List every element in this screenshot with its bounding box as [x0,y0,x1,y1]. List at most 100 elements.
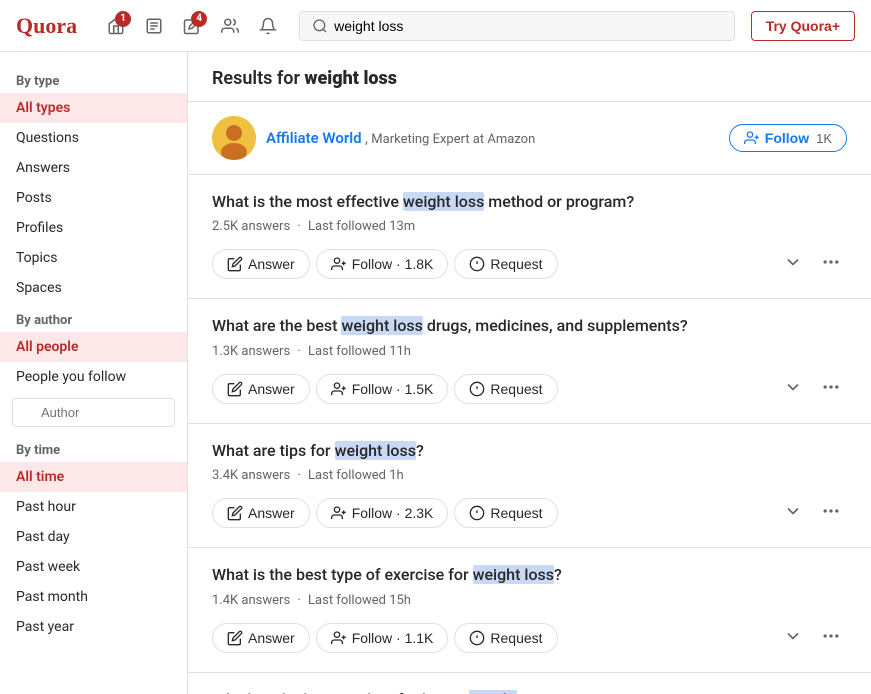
home-badge: 1 [115,11,131,27]
question-actions-2: Answer Follow · 1.5K Request [212,371,847,407]
sidebar-item-posts[interactable]: Posts [0,183,187,213]
question-actions-1: Answer Follow · 1.8K Request [212,246,847,282]
search-input[interactable] [334,18,722,34]
answer-count-1: 2.5K answers [212,219,290,234]
more-icon-2[interactable] [815,371,847,407]
try-quora-button[interactable]: Try Quora+ [751,11,855,41]
question-actions-4: Answer Follow · 1.1K Request [212,620,847,656]
answer-button-4[interactable]: Answer [212,623,310,653]
by-time-label: By time [0,433,187,462]
logo[interactable]: Quora [16,13,77,39]
by-author-label: By author [0,303,187,332]
answer-count-4: 1.4K answers [212,593,290,608]
question-meta-2: 1.3K answers · Last followed 11h [212,344,847,359]
request-button-2[interactable]: Request [454,374,557,404]
follow-button-2[interactable]: Follow · 1.5K [316,374,449,404]
question-card-3: What are tips for weight loss? 3.4K answ… [188,424,871,548]
author-info: Affiliate World , Marketing Expert at Am… [266,129,535,147]
last-followed-2: Last followed 11h [308,344,411,359]
more-icon-1[interactable] [815,246,847,282]
question-card-5: Which is the best product for losing wei… [188,673,871,694]
downvote-icon-3[interactable] [777,495,809,531]
request-button-3[interactable]: Request [454,498,557,528]
question-card-2: What are the best weight loss drugs, med… [188,299,871,423]
last-followed-4: Last followed 15h [308,593,411,608]
edit-badge: 4 [191,11,207,27]
answer-button-2[interactable]: Answer [212,374,310,404]
highlight: weight [469,690,517,694]
sidebar-item-all-time[interactable]: All time [0,462,187,492]
search-term: weight loss [304,68,397,89]
author-left: Affiliate World , Marketing Expert at Am… [212,116,535,160]
author-name[interactable]: Affiliate World [266,129,362,147]
answer-button-3[interactable]: Answer [212,498,310,528]
highlight: weight loss [335,441,416,460]
more-icon-4[interactable] [815,620,847,656]
request-button-4[interactable]: Request [454,623,557,653]
author-desc: Marketing Expert at Amazon [371,132,535,147]
author-input-container [12,398,175,427]
follow-label: Follow [765,130,809,146]
sidebar-item-people-you-follow[interactable]: People you follow [0,362,187,392]
question-title-4[interactable]: What is the best type of exercise for we… [212,564,847,586]
main-content: Results for weight loss Affiliate World … [188,52,871,694]
more-icon-3[interactable] [815,495,847,531]
sidebar-item-past-week[interactable]: Past week [0,552,187,582]
edit-nav-icon[interactable]: 4 [177,11,207,41]
downvote-icon-2[interactable] [777,371,809,407]
answer-button-1[interactable]: Answer [212,249,310,279]
results-header: Results for weight loss [188,52,871,102]
sidebar-item-all-types[interactable]: All types [0,93,187,123]
follow-author-button[interactable]: Follow 1K [729,124,847,152]
question-title-3[interactable]: What are tips for weight loss? [212,440,847,462]
nav-icons-group: 1 4 [101,11,283,41]
question-meta-4: 1.4K answers · Last followed 15h [212,593,847,608]
sidebar-item-past-hour[interactable]: Past hour [0,492,187,522]
author-input[interactable] [12,398,175,427]
highlight: weight loss [341,316,422,335]
question-meta-3: 3.4K answers · Last followed 1h [212,468,847,483]
question-actions-3: Answer Follow · 2.3K Request [212,495,847,531]
follow-button-3[interactable]: Follow · 2.3K [316,498,449,528]
author-follow-wrap: Follow 1K [729,124,847,152]
question-meta-1: 2.5K answers · Last followed 13m [212,219,847,234]
sidebar-item-past-day[interactable]: Past day [0,522,187,552]
question-title-5[interactable]: Which is the best product for losing wei… [212,689,847,694]
sidebar-item-past-year[interactable]: Past year [0,612,187,642]
people-nav-icon[interactable] [215,11,245,41]
follow-button-1[interactable]: Follow · 1.8K [316,249,449,279]
highlight: weight loss [403,192,484,211]
downvote-icon-4[interactable] [777,620,809,656]
sidebar-item-questions[interactable]: Questions [0,123,187,153]
question-title-1[interactable]: What is the most effective weight loss m… [212,191,847,213]
last-followed-1: Last followed 13m [308,219,415,234]
last-followed-3: Last followed 1h [308,468,404,483]
sidebar: By type All types Questions Answers Post… [0,52,188,694]
avatar [212,116,256,160]
sidebar-item-answers[interactable]: Answers [0,153,187,183]
sidebar-item-past-month[interactable]: Past month [0,582,187,612]
follow-button-4[interactable]: Follow · 1.1K [316,623,449,653]
sidebar-item-profiles[interactable]: Profiles [0,213,187,243]
bell-nav-icon[interactable] [253,11,283,41]
search-bar[interactable] [299,11,735,41]
sidebar-item-all-people[interactable]: All people [0,332,187,362]
question-title-2[interactable]: What are the best weight loss drugs, med… [212,315,847,337]
follow-count: 1K [816,131,832,146]
by-type-label: By type [0,64,187,93]
highlight: weight loss [473,565,554,584]
question-card-4: What is the best type of exercise for we… [188,548,871,672]
downvote-icon-1[interactable] [777,246,809,282]
author-card: Affiliate World , Marketing Expert at Am… [188,102,871,175]
page-layout: By type All types Questions Answers Post… [0,52,871,694]
question-card-1: What is the most effective weight loss m… [188,175,871,299]
answer-count-3: 3.4K answers [212,468,290,483]
author-input-wrap [0,392,187,433]
sidebar-item-topics[interactable]: Topics [0,243,187,273]
sidebar-item-spaces[interactable]: Spaces [0,273,187,303]
home-nav-icon[interactable]: 1 [101,11,131,41]
request-button-1[interactable]: Request [454,249,557,279]
answers-nav-icon[interactable] [139,11,169,41]
top-navigation: Quora 1 4 Try Quora+ [0,0,871,52]
answer-count-2: 1.3K answers [212,344,290,359]
